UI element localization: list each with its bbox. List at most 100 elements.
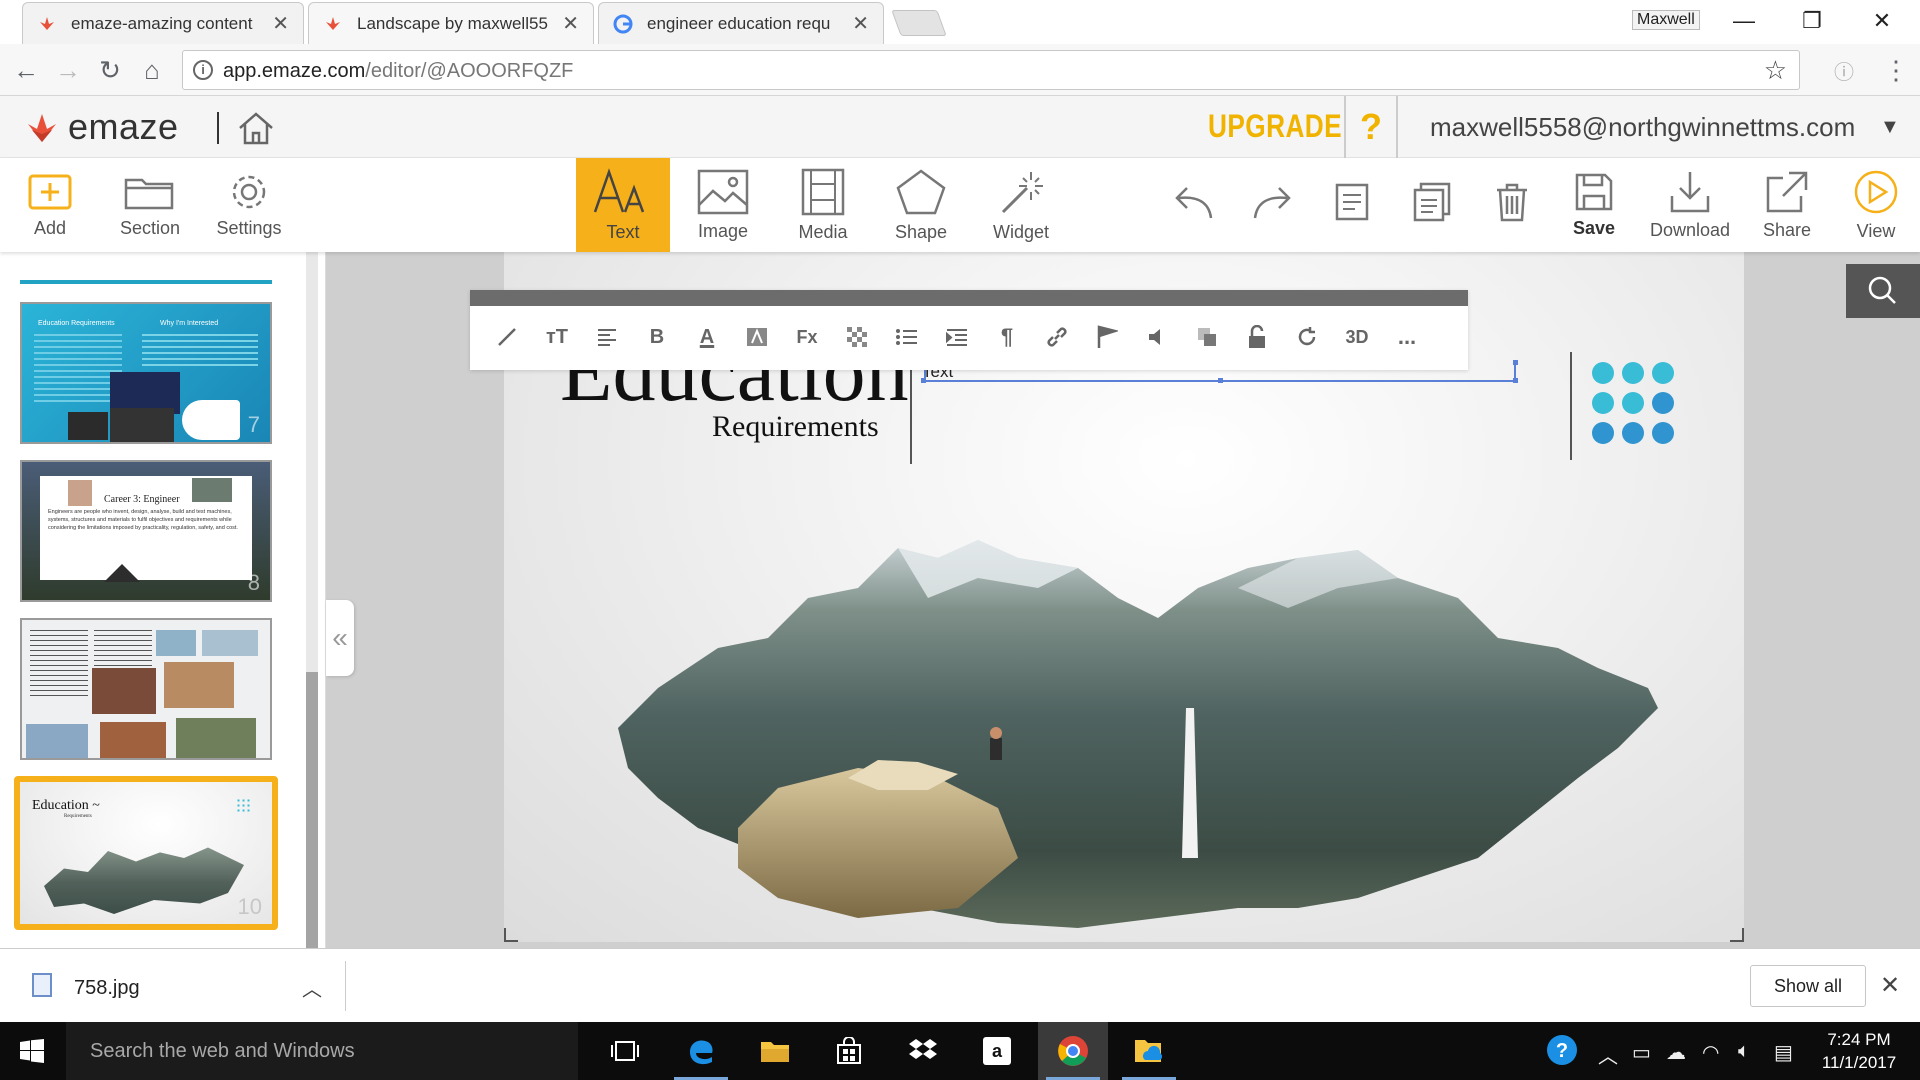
resize-handle[interactable] [1513,360,1518,365]
close-window-icon[interactable]: ✕ [1862,6,1902,36]
font-color-icon[interactable]: A [690,320,724,354]
duplicate-button[interactable] [1410,158,1454,252]
share-button[interactable]: Share [1744,158,1830,252]
resize-handle[interactable] [1218,378,1223,383]
file-explorer-icon[interactable] [740,1022,810,1080]
slide-thumb-9[interactable] [20,618,272,760]
bold-icon[interactable]: B [640,320,674,354]
align-icon[interactable] [590,320,624,354]
media-tool-button[interactable]: Media [776,158,870,252]
settings-button[interactable]: Settings [208,158,290,252]
collapse-panel-button[interactable]: « [326,600,354,676]
notifications-icon[interactable]: ▤ [1774,1040,1793,1065]
reload-icon[interactable]: ↻ [94,54,126,86]
taskbar-clock[interactable]: 7:24 PM 11/1/2017 [1804,1028,1914,1074]
list-icon[interactable] [890,320,924,354]
image-tool-button[interactable]: Image [676,158,770,252]
download-button[interactable]: Download [1640,158,1740,252]
volume-icon[interactable]: 🔈︎ [1738,1040,1750,1063]
close-tab-icon[interactable]: ✕ [272,11,289,36]
resize-handle[interactable] [1513,378,1518,383]
profile-name[interactable]: Maxwell [1632,10,1700,30]
emaze-logo-icon[interactable] [22,108,62,148]
3d-icon[interactable]: 3D [1340,320,1374,354]
divider-line[interactable] [910,360,912,464]
help-tray-icon[interactable]: ? [1546,1034,1578,1072]
slide-thumb-7[interactable]: Education Requirements Why I'm Intereste… [20,302,272,444]
landscape-image[interactable] [598,528,1678,928]
text-bg-icon[interactable] [740,320,774,354]
dropbox-icon[interactable] [888,1022,958,1080]
font-size-icon[interactable]: тT [540,320,574,354]
divider-line[interactable] [1570,352,1572,460]
brush-icon[interactable] [490,320,524,354]
rotate-icon[interactable] [1290,320,1324,354]
chevron-up-icon[interactable]: ︿ [302,973,322,1002]
save-button[interactable]: Save [1554,158,1634,252]
show-hidden-icons[interactable]: ︿ [1598,1040,1618,1069]
slide-thumb-partial[interactable] [20,280,272,284]
format-toolbar-handle[interactable] [470,290,1468,306]
clear-format-icon[interactable]: Fx [790,320,824,354]
help-button[interactable]: ? [1344,96,1398,158]
chrome-icon[interactable] [1038,1022,1108,1080]
zoom-button[interactable] [1846,264,1920,318]
user-account-menu[interactable]: maxwell5558@northgwinnettms.com [1430,112,1855,143]
slide-thumb-10[interactable]: Education ~ Requirements 10 [14,776,278,930]
opacity-icon[interactable] [840,320,874,354]
cloud-icon[interactable]: ☁ [1666,1040,1686,1065]
home-icon[interactable] [236,110,276,146]
redo-button[interactable] [1248,158,1298,252]
extension-icon[interactable]: ⓘ [1828,54,1860,86]
close-tab-icon[interactable]: ✕ [852,11,869,36]
link-icon[interactable] [1040,320,1074,354]
undo-button[interactable] [1168,158,1218,252]
indent-icon[interactable] [940,320,974,354]
chevron-down-icon[interactable]: ▼ [1880,116,1900,139]
slide-thumb-8[interactable]: Career 3: Engineer Engineers are people … [20,460,272,602]
bookmark-star-icon[interactable]: ☆ [1764,55,1787,86]
new-tab-button[interactable] [891,10,947,36]
info-icon[interactable]: i [193,60,213,80]
minimize-icon[interactable]: — [1724,6,1764,36]
slides-scrollbar-thumb[interactable] [306,672,318,948]
paragraph-icon[interactable]: ¶ [990,320,1024,354]
more-icon[interactable]: ... [1390,320,1424,354]
store-icon[interactable] [814,1022,884,1080]
back-icon[interactable]: ← [10,54,42,86]
tab-google-search[interactable]: engineer education requ ✕ [598,2,884,44]
restore-icon[interactable]: ❐ [1792,6,1832,36]
lock-icon[interactable] [1240,320,1274,354]
battery-icon[interactable]: ▭ [1632,1040,1651,1065]
windows-start-icon[interactable] [20,1039,44,1063]
task-view-icon[interactable] [590,1022,660,1080]
delete-button[interactable] [1490,158,1534,252]
flag-icon[interactable] [1090,320,1124,354]
close-tab-icon[interactable]: ✕ [562,11,579,36]
resize-handle[interactable] [921,378,926,383]
forward-icon[interactable]: → [52,54,84,86]
view-button[interactable]: View [1836,158,1916,252]
text-tool-button[interactable]: Text [576,158,670,252]
emaze-logo-text[interactable]: emaze [68,106,179,148]
close-shelf-icon[interactable]: ✕ [1880,971,1900,1000]
widget-tool-button[interactable]: Widget [974,158,1068,252]
sound-icon[interactable] [1140,320,1174,354]
tab-emaze-content[interactable]: emaze-amazing content ✕ [22,2,304,44]
slide-subheading[interactable]: Requirements [712,410,879,444]
edge-icon[interactable] [666,1022,736,1080]
section-button[interactable]: Section [108,158,192,252]
url-field[interactable]: i app.emaze.com/editor/@AOOORFQZF ☆ [182,50,1800,90]
upgrade-button[interactable]: UPGRADE [1208,108,1342,145]
show-all-downloads-button[interactable]: Show all [1750,965,1866,1007]
add-button[interactable]: Add [10,158,90,252]
download-file-name[interactable]: 758.jpg [74,977,140,1000]
onedrive-files-icon[interactable] [1114,1022,1184,1080]
amazon-icon[interactable]: a [962,1022,1032,1080]
taskbar-search-field[interactable]: Search the web and Windows [66,1022,578,1080]
shape-tool-button[interactable]: Shape [874,158,968,252]
tab-landscape[interactable]: Landscape by maxwell55 ✕ [308,2,594,44]
notes-button[interactable] [1330,158,1374,252]
layer-icon[interactable] [1190,320,1224,354]
chrome-menu-icon[interactable]: ⋮ [1880,54,1912,86]
